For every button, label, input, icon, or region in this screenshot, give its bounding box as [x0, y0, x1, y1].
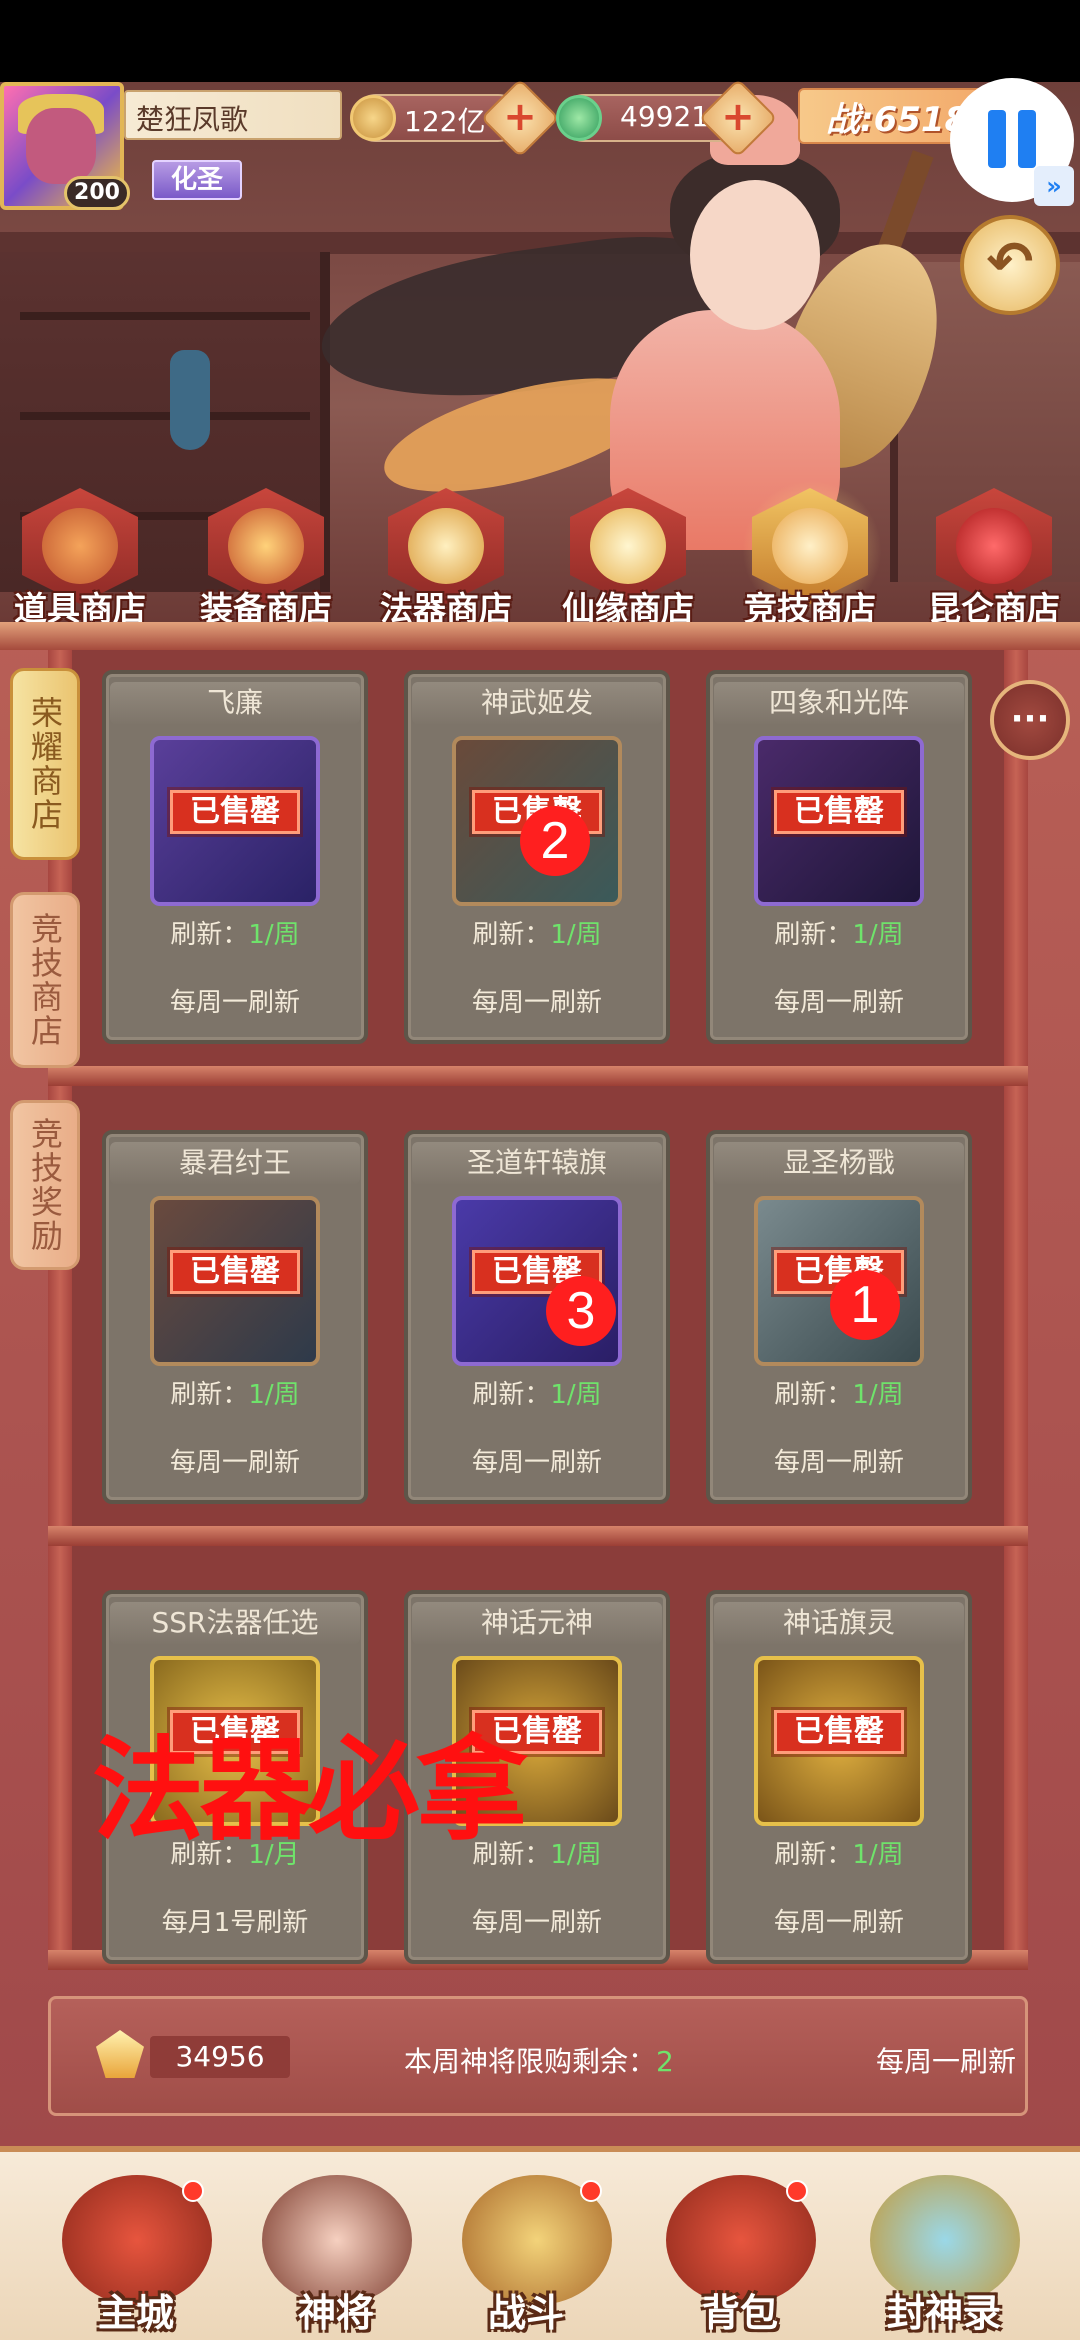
refresh-limit: 刷新：1/周 — [170, 1380, 300, 1410]
gem-orb-icon — [956, 508, 1032, 584]
item-name: SSR法器任选 — [110, 1602, 360, 1644]
refresh-note: 每周一刷新 — [169, 988, 300, 1018]
scroll-icon — [590, 508, 666, 584]
annotation-badge: 2 — [520, 806, 590, 876]
side-tab-honor-shop[interactable]: 荣耀商店 — [10, 668, 80, 860]
pause-icon — [988, 110, 1006, 168]
coin-icon — [350, 95, 396, 141]
yin-yang-icon — [408, 508, 484, 584]
annotation-badge: 3 — [546, 1276, 616, 1346]
plus-icon: + — [721, 94, 755, 140]
item-name: 神武姬发 — [412, 682, 662, 724]
honor-gem-count: 34956 — [150, 2036, 290, 2078]
refresh-limit: 刷新：1/周 — [472, 1380, 602, 1410]
chat-button[interactable]: ··· — [990, 680, 1070, 760]
refresh-limit: 刷新：1/周 — [774, 920, 904, 950]
pouch-icon — [42, 508, 118, 584]
refresh-limit: 刷新：1/周 — [472, 920, 602, 950]
jade-icon — [556, 95, 602, 141]
item-name: 显圣杨戬 — [714, 1142, 964, 1184]
gold-amount: 122亿 — [404, 105, 486, 138]
refresh-note: 每周一刷新 — [169, 1448, 300, 1478]
notification-dot — [580, 2180, 602, 2202]
item-name: 圣道轩辕旗 — [412, 1142, 662, 1184]
refresh-note: 每周一刷新 — [471, 1908, 602, 1938]
item-name: 神话元神 — [412, 1602, 662, 1644]
nav-heroes[interactable]: 神将 — [246, 2282, 426, 2337]
annotation-text: 法器必拿 — [92, 1726, 528, 1856]
item-name: 四象和光阵 — [714, 682, 964, 724]
fast-forward-button[interactable]: » — [1034, 166, 1074, 206]
nav-fengshen-record[interactable]: 封神录 — [854, 2282, 1034, 2337]
item-name: 飞廉 — [110, 682, 360, 724]
refresh-note: 每月1号刷新 — [161, 1908, 309, 1938]
arena-emblem-icon — [772, 508, 848, 584]
nav-backpack[interactable]: 背包 — [650, 2282, 830, 2337]
plus-icon: + — [503, 94, 537, 140]
sold-out-stamp: 已售罄 — [170, 1250, 300, 1294]
refresh-note: 每周一刷新 — [471, 1448, 602, 1478]
refresh-note: 每周一刷新 — [773, 1908, 904, 1938]
footer-refresh-note: 每周一刷新 — [876, 2045, 1017, 2078]
vase-decoration — [170, 350, 210, 450]
sold-out-stamp: 已售罄 — [774, 790, 904, 834]
title-badge: 化圣 — [152, 160, 242, 200]
refresh-limit: 刷新：1/周 — [774, 1380, 904, 1410]
refresh-limit: 刷新：1/周 — [170, 920, 300, 950]
refresh-note: 每周一刷新 — [773, 1448, 904, 1478]
level-badge: 200 — [64, 176, 130, 210]
nav-main-city[interactable]: 主城 — [46, 2282, 226, 2337]
item-name: 神话旗灵 — [714, 1602, 964, 1644]
nav-battle[interactable]: 战斗 — [436, 2282, 616, 2337]
side-tab-arena-shop[interactable]: 竞技商店 — [10, 892, 80, 1068]
jade-amount: 49921 — [620, 100, 710, 133]
notification-dot — [786, 2180, 808, 2202]
side-tab-arena-rewards[interactable]: 竞技奖励 — [10, 1100, 80, 1270]
refresh-limit: 刷新：1/周 — [774, 1840, 904, 1870]
weekly-limit: 本周神将限购剩余：2 — [404, 2045, 674, 2078]
helmet-icon — [228, 508, 304, 584]
combat-power: 战:6518 — [826, 100, 969, 140]
sold-out-stamp: 已售罄 — [774, 1710, 904, 1754]
notification-dot — [182, 2180, 204, 2202]
item-name: 暴君纣王 — [110, 1142, 360, 1184]
back-button[interactable]: ↶ — [960, 215, 1060, 315]
annotation-badge: 1 — [830, 1270, 900, 1340]
player-name: 楚狂凤歌 — [136, 103, 249, 136]
status-bar — [0, 0, 1080, 82]
refresh-note: 每周一刷新 — [773, 988, 904, 1018]
refresh-note: 每周一刷新 — [471, 988, 602, 1018]
sold-out-stamp: 已售罄 — [170, 790, 300, 834]
